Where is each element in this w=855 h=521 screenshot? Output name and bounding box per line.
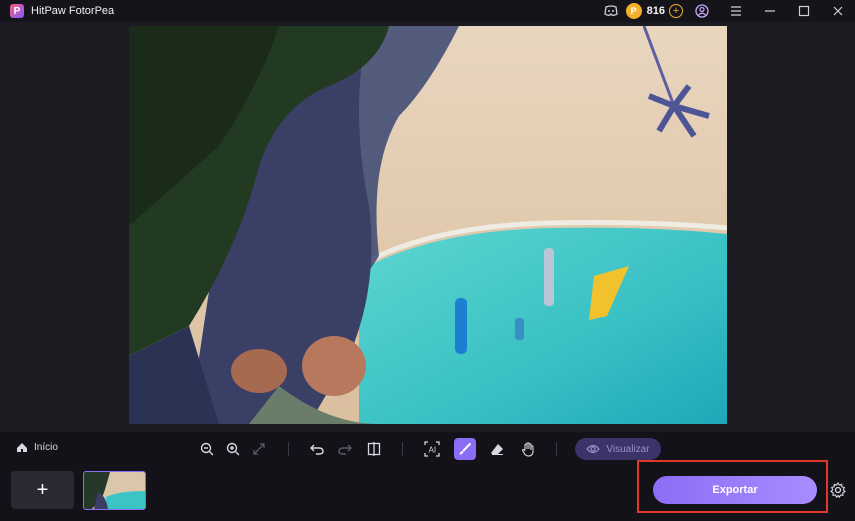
add-image-button[interactable]: +: [11, 471, 74, 509]
canvas-workspace: [0, 22, 855, 432]
credits-count: 816: [646, 5, 665, 17]
menu-icon[interactable]: [725, 0, 747, 22]
brush-icon[interactable]: [454, 438, 476, 460]
toolbar-divider: [288, 442, 289, 456]
maximize-icon[interactable]: [793, 0, 815, 22]
close-icon[interactable]: [827, 0, 849, 22]
coin-icon: P: [625, 3, 642, 19]
compare-icon[interactable]: [363, 438, 385, 460]
title-bar-controls: P 816 +: [600, 0, 855, 22]
home-link[interactable]: Início: [16, 442, 58, 453]
preview-label: Visualizar: [606, 443, 650, 455]
svg-text:AI: AI: [429, 446, 437, 455]
eraser-icon[interactable]: [486, 438, 508, 460]
account-icon[interactable]: [691, 0, 713, 22]
image-thumbnail[interactable]: [83, 471, 146, 510]
app-title: HitPaw FotorPea: [31, 5, 115, 17]
app-logo: P: [10, 4, 24, 18]
minimize-icon[interactable]: [759, 0, 781, 22]
fit-screen-icon[interactable]: [248, 438, 270, 460]
ai-select-icon[interactable]: AI: [421, 438, 443, 460]
settings-icon[interactable]: [828, 480, 848, 500]
edited-image[interactable]: [129, 26, 727, 424]
preview-button[interactable]: Visualizar: [575, 438, 661, 460]
zoom-in-icon[interactable]: [222, 438, 244, 460]
title-bar: P HitPaw FotorPea P 816 +: [0, 0, 855, 22]
discord-icon[interactable]: [600, 0, 622, 22]
zoom-out-icon[interactable]: [196, 438, 218, 460]
hand-icon[interactable]: [517, 438, 539, 460]
home-label: Início: [34, 442, 58, 453]
toolbar-divider: [402, 442, 403, 456]
export-button[interactable]: Exportar: [653, 476, 817, 504]
redo-icon[interactable]: [334, 438, 356, 460]
undo-icon[interactable]: [306, 438, 328, 460]
eye-icon: [586, 444, 601, 454]
add-credits-icon[interactable]: +: [669, 4, 683, 18]
home-icon: [17, 443, 27, 452]
toolbar-divider: [556, 442, 557, 456]
